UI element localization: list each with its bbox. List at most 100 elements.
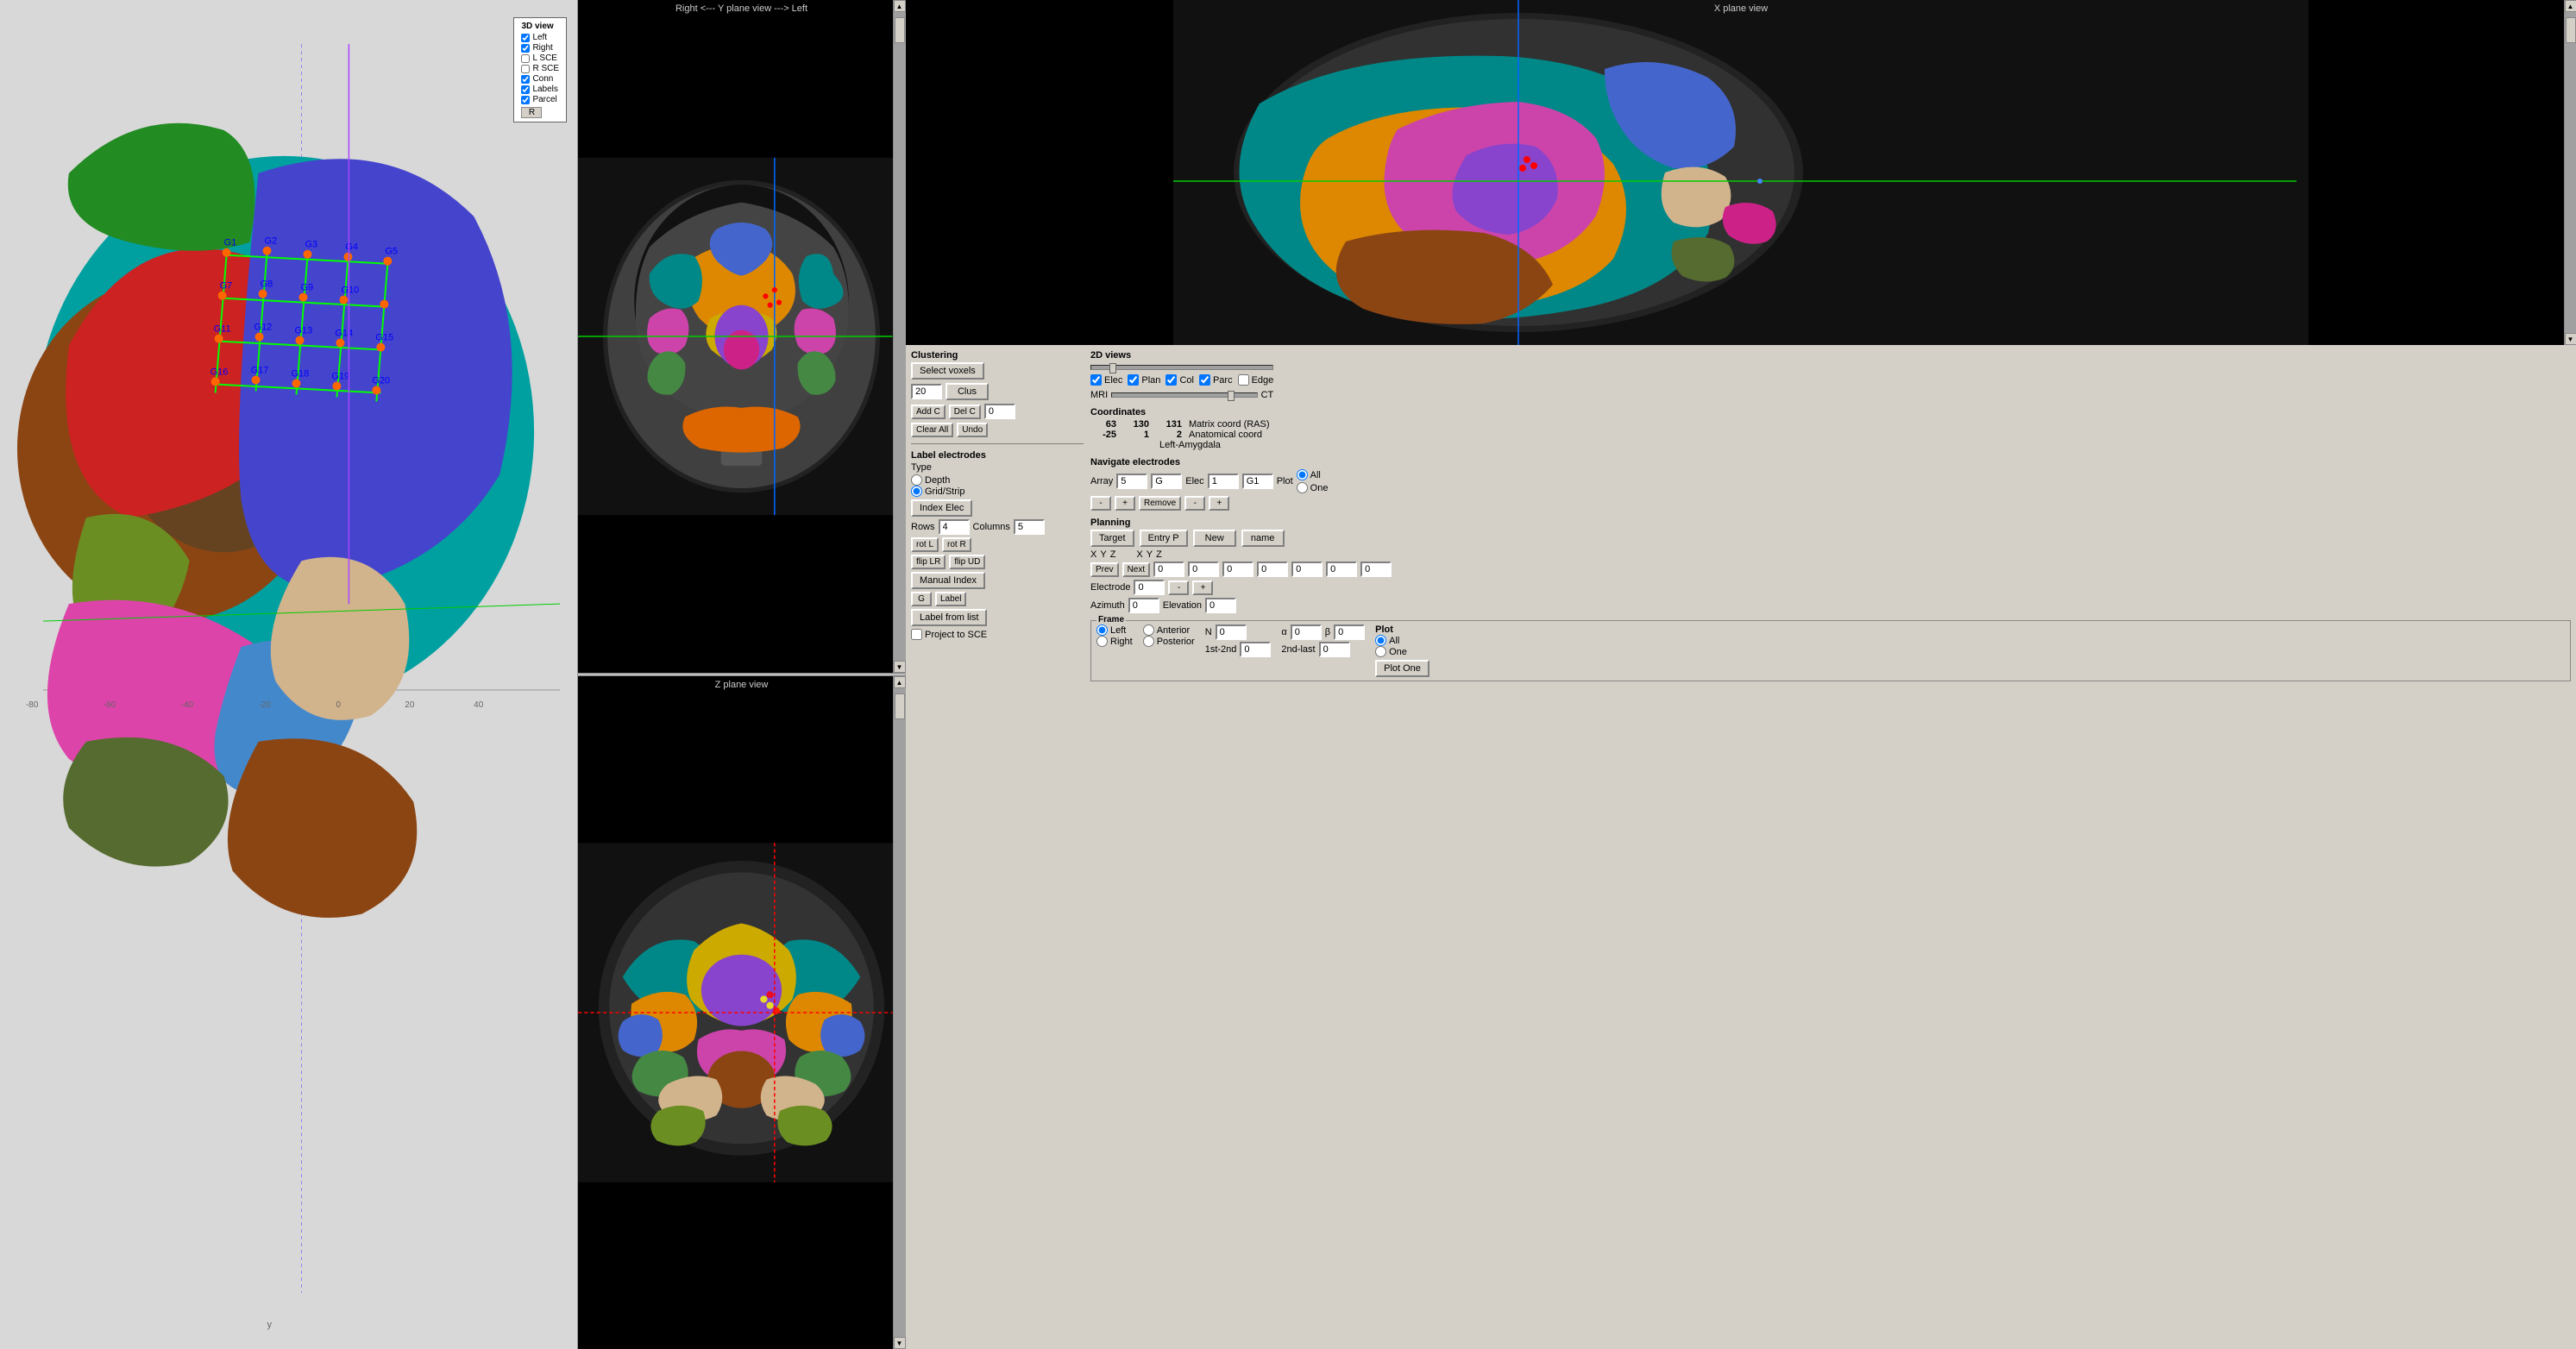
flip-ud-btn[interactable]: flip UD bbox=[949, 555, 985, 569]
legend-item-conn[interactable]: Conn bbox=[521, 74, 559, 84]
electrode-plan-value[interactable] bbox=[1134, 580, 1165, 595]
manual-index-btn[interactable]: Manual Index bbox=[911, 572, 985, 589]
scrollbar-thumb2[interactable] bbox=[895, 693, 905, 719]
plan-y2-val[interactable] bbox=[1326, 562, 1357, 577]
label-btn[interactable]: Label bbox=[935, 592, 966, 606]
legend-item-labels[interactable]: Labels bbox=[521, 85, 559, 94]
slider-thumb[interactable] bbox=[1109, 363, 1116, 373]
edge-checkbox-item[interactable]: Edge bbox=[1238, 374, 1274, 386]
del-c-btn[interactable]: Del C bbox=[949, 405, 981, 419]
legend-labels-checkbox[interactable] bbox=[521, 85, 530, 94]
flip-lr-btn[interactable]: flip LR bbox=[911, 555, 946, 569]
frame-plot-all-radio[interactable] bbox=[1375, 635, 1386, 646]
g1-input[interactable] bbox=[1242, 474, 1273, 489]
select-voxels-btn[interactable]: Select voxels bbox=[911, 362, 984, 380]
plot-one-radio[interactable] bbox=[1297, 482, 1308, 493]
parc-checkbox-item[interactable]: Parc bbox=[1199, 374, 1233, 386]
n-input[interactable] bbox=[1216, 624, 1247, 640]
rows-input[interactable] bbox=[939, 519, 970, 535]
depth-radio[interactable] bbox=[911, 474, 922, 486]
parc-checkbox[interactable] bbox=[1199, 374, 1210, 386]
index-elec-btn[interactable]: Index Elec bbox=[911, 499, 972, 517]
g-input[interactable] bbox=[1151, 474, 1182, 489]
r-button[interactable]: R bbox=[521, 107, 542, 118]
label-from-list-btn[interactable]: Label from list bbox=[911, 609, 987, 626]
plot-one-radio-item[interactable]: One bbox=[1297, 482, 1329, 493]
clear-all-btn[interactable]: Clear All bbox=[911, 423, 953, 437]
new-btn[interactable]: New bbox=[1193, 530, 1236, 547]
add-c-btn[interactable]: Add C bbox=[911, 405, 946, 419]
frame-plot-all-item[interactable]: All bbox=[1375, 635, 1429, 646]
legend-item-right[interactable]: Right bbox=[521, 43, 559, 53]
plot-all-radio[interactable] bbox=[1297, 469, 1308, 480]
scrollbar-thumb[interactable] bbox=[895, 17, 905, 43]
nav-minus-btn[interactable]: - bbox=[1090, 496, 1111, 511]
legend-item-lsce[interactable]: L SCE bbox=[521, 53, 559, 63]
frame-posterior-item[interactable]: Posterior bbox=[1143, 636, 1195, 647]
grid-strip-radio[interactable] bbox=[911, 486, 922, 497]
x-plane-view[interactable] bbox=[906, 0, 2576, 345]
legend-conn-checkbox[interactable] bbox=[521, 75, 530, 84]
plan-x-val[interactable] bbox=[1188, 562, 1219, 577]
rot-l-btn[interactable]: rot L bbox=[911, 537, 939, 552]
g-btn[interactable]: G bbox=[911, 592, 932, 606]
plan-x2-val[interactable] bbox=[1291, 562, 1323, 577]
remove-btn[interactable]: Remove bbox=[1139, 496, 1181, 511]
rot-r-btn[interactable]: rot R bbox=[942, 537, 971, 552]
del-c-value[interactable] bbox=[984, 404, 1015, 419]
beta-input[interactable] bbox=[1334, 624, 1365, 640]
x-scrollbar-thumb[interactable] bbox=[2566, 17, 2576, 43]
next-value[interactable] bbox=[1153, 562, 1184, 577]
scroll-down-arrow2[interactable]: ▼ bbox=[894, 1337, 906, 1349]
nav-plus2-btn[interactable]: + bbox=[1209, 496, 1229, 511]
scroll-track2[interactable] bbox=[894, 688, 906, 1337]
edge-checkbox[interactable] bbox=[1238, 374, 1249, 386]
frame-left-radio[interactable] bbox=[1096, 624, 1108, 636]
plan-minus-btn[interactable]: - bbox=[1168, 580, 1189, 595]
target-btn[interactable]: Target bbox=[1090, 530, 1134, 547]
alpha-input[interactable] bbox=[1291, 624, 1322, 640]
scroll-track[interactable] bbox=[894, 12, 906, 661]
project-to-sce-checkbox[interactable] bbox=[911, 629, 922, 640]
x-scroll-down[interactable]: ▼ bbox=[2565, 333, 2576, 345]
z-plane-view[interactable] bbox=[578, 676, 905, 1349]
elec-nav-input[interactable] bbox=[1208, 474, 1239, 489]
name-btn[interactable]: name bbox=[1241, 530, 1285, 547]
frame-plot-one-radio[interactable] bbox=[1375, 646, 1386, 657]
plan-z2-val[interactable] bbox=[1360, 562, 1392, 577]
entry-p-btn[interactable]: Entry P bbox=[1140, 530, 1188, 547]
legend-parcel-checkbox[interactable] bbox=[521, 96, 530, 104]
frame-anterior-item[interactable]: Anterior bbox=[1143, 624, 1195, 636]
frame-posterior-radio[interactable] bbox=[1143, 636, 1154, 647]
frame-right-radio[interactable] bbox=[1096, 636, 1108, 647]
frame-left-item[interactable]: Left bbox=[1096, 624, 1133, 636]
x-scroll-track[interactable] bbox=[2565, 12, 2576, 333]
elec-checkbox[interactable] bbox=[1090, 374, 1102, 386]
azimuth-input[interactable] bbox=[1128, 598, 1159, 613]
second-last-input[interactable] bbox=[1319, 642, 1350, 657]
y-plane-view[interactable] bbox=[578, 0, 905, 673]
mri-slider-thumb[interactable] bbox=[1228, 391, 1235, 401]
plan-y-val[interactable] bbox=[1222, 562, 1253, 577]
project-to-sce-item[interactable]: Project to SCE bbox=[911, 629, 1084, 640]
elevation-input[interactable] bbox=[1205, 598, 1236, 613]
x-scroll-up[interactable]: ▲ bbox=[2565, 0, 2576, 12]
legend-item-left[interactable]: Left bbox=[521, 33, 559, 42]
grid-strip-radio-item[interactable]: Grid/Strip bbox=[911, 486, 1084, 497]
y-plane-scrollbar-v[interactable]: ▲ ▼ bbox=[893, 0, 905, 673]
undo-btn[interactable]: Undo bbox=[957, 423, 988, 437]
legend-item-rsce[interactable]: R SCE bbox=[521, 64, 559, 73]
scroll-down-arrow[interactable]: ▼ bbox=[894, 661, 906, 673]
x-plane-scrollbar-v[interactable]: ▲ ▼ bbox=[2564, 0, 2576, 345]
cols-input[interactable] bbox=[1014, 519, 1045, 535]
col-checkbox[interactable] bbox=[1165, 374, 1177, 386]
mri-slider[interactable] bbox=[1111, 392, 1257, 398]
plan-checkbox[interactable] bbox=[1128, 374, 1139, 386]
array-input[interactable] bbox=[1116, 474, 1147, 489]
legend-left-checkbox[interactable] bbox=[521, 34, 530, 42]
legend-item-parcel[interactable]: Parcel bbox=[521, 95, 559, 104]
nav-plus-btn[interactable]: + bbox=[1115, 496, 1135, 511]
prev-btn[interactable]: Prev bbox=[1090, 562, 1119, 577]
col-checkbox-item[interactable]: Col bbox=[1165, 374, 1194, 386]
legend-rsce-checkbox[interactable] bbox=[521, 65, 530, 73]
